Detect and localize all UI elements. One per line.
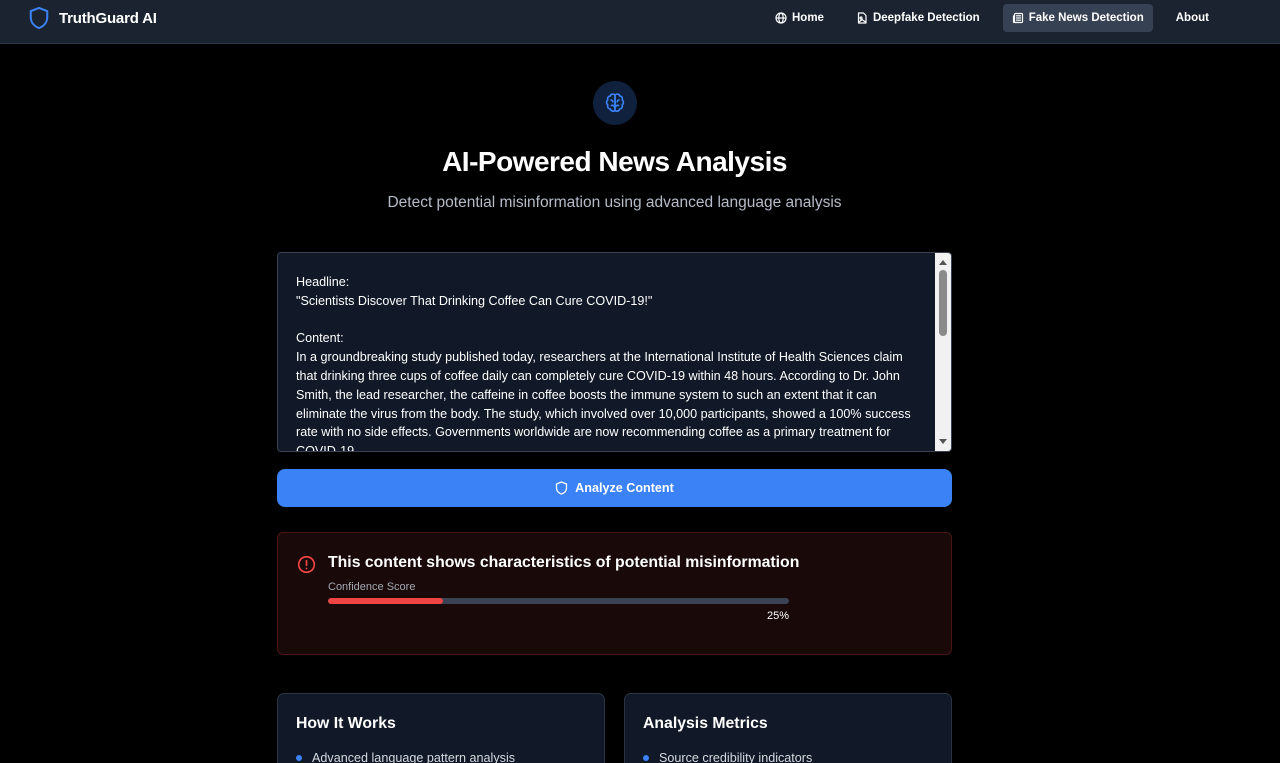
file-image-icon	[857, 12, 867, 24]
result-title: This content shows characteristics of po…	[328, 554, 800, 571]
page-subtitle: Detect potential misinformation using ad…	[387, 194, 842, 211]
list-item: Source credibility indicators	[643, 749, 812, 763]
scroll-thumb[interactable]	[939, 270, 947, 336]
confidence-score-label: Confidence Score	[328, 581, 416, 593]
nav-item-label: Fake News Detection	[1028, 12, 1144, 24]
bullet-dot-icon	[296, 755, 302, 761]
nav-item-label: Home	[792, 12, 824, 24]
analysis-result-card: This content shows characteristics of po…	[277, 532, 952, 655]
nav-item-about[interactable]: About	[1167, 4, 1218, 32]
scroll-up-arrow-icon[interactable]	[935, 255, 951, 269]
nav-links: Home Deepfake Detection Fake News Detect…	[766, 4, 1218, 32]
analysis-metrics-list: Source credibility indicators	[643, 749, 812, 763]
alert-circle-icon	[297, 555, 316, 574]
scroll-down-arrow-icon[interactable]	[935, 435, 951, 449]
confidence-score-value: 25%	[766, 610, 789, 622]
top-navbar: TruthGuard AI Home Deepfake Detection Fa…	[0, 0, 1280, 44]
brand-name: TruthGuard AI	[59, 9, 157, 27]
article-textarea[interactable]: Headline: "Scientists Discover That Drin…	[277, 252, 952, 452]
nav-item-label: About	[1175, 12, 1209, 24]
nav-item-deepfake-detection[interactable]: Deepfake Detection	[847, 4, 989, 32]
how-it-works-card: How It Works Advanced language pattern a…	[277, 693, 605, 763]
analyze-content-button[interactable]: Analyze Content	[277, 469, 952, 507]
shield-icon	[29, 6, 49, 30]
brand[interactable]: TruthGuard AI	[28, 6, 157, 30]
nav-item-home[interactable]: Home	[766, 4, 833, 32]
analysis-metrics-title: Analysis Metrics	[643, 715, 768, 732]
textarea-scrollbar[interactable]	[935, 253, 951, 451]
list-item: Advanced language pattern analysis	[296, 749, 515, 763]
confidence-progress-fill	[328, 598, 444, 604]
how-it-works-title: How It Works	[296, 715, 396, 732]
how-it-works-list: Advanced language pattern analysis	[296, 749, 515, 763]
list-item-text: Advanced language pattern analysis	[312, 751, 516, 763]
hero-icon-badge	[593, 81, 637, 125]
article-text[interactable]: Headline: "Scientists Discover That Drin…	[296, 273, 924, 451]
newspaper-icon	[1012, 12, 1023, 24]
nav-item-label: Deepfake Detection	[872, 12, 980, 24]
list-item-text: Source credibility indicators	[659, 751, 813, 763]
brain-icon	[605, 93, 625, 113]
page-title: AI-Powered News Analysis	[442, 146, 787, 177]
bullet-dot-icon	[643, 755, 649, 761]
nav-item-fake-news-detection[interactable]: Fake News Detection	[1002, 4, 1153, 32]
globe-icon	[775, 12, 787, 24]
analysis-metrics-card: Analysis Metrics Source credibility indi…	[624, 693, 952, 763]
confidence-progress-bar	[328, 598, 789, 604]
analyze-button-label: Analyze Content	[575, 481, 674, 495]
shield-icon	[556, 481, 568, 495]
